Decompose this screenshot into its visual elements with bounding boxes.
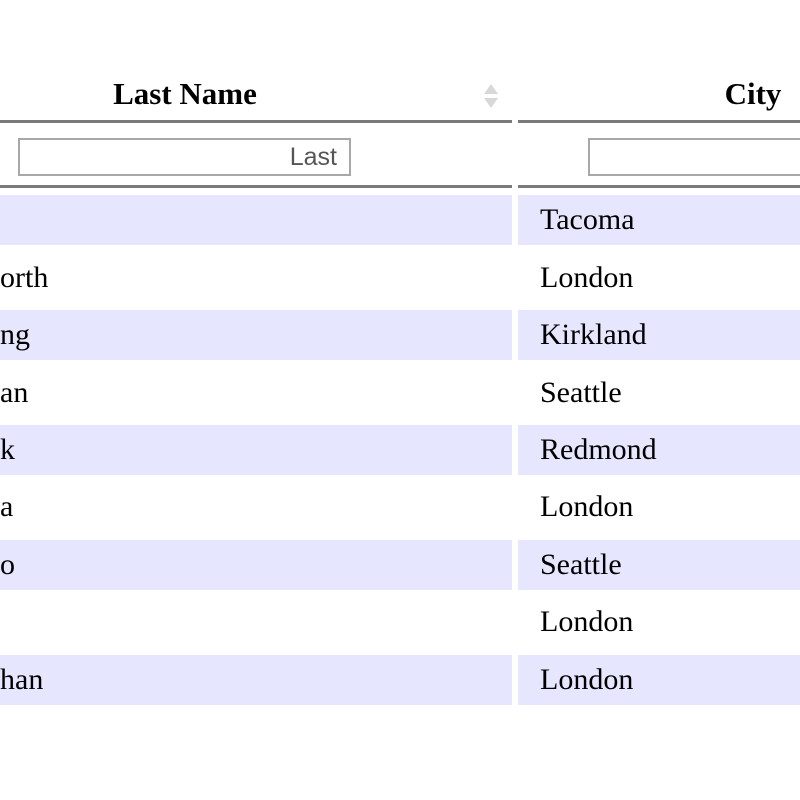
table-row[interactable]: ng Kirkland xyxy=(0,310,800,360)
table-row[interactable]: Tacoma xyxy=(0,195,800,245)
cell-city: Redmond xyxy=(518,425,800,475)
data-grid: Last Name City Tacoma orth London ng Kir… xyxy=(0,0,800,800)
cell-city: London xyxy=(518,655,800,705)
cell-last-name: ng xyxy=(0,310,512,360)
city-filter-input[interactable] xyxy=(588,138,800,176)
table-row[interactable]: han London xyxy=(0,655,800,705)
sort-both-icon[interactable] xyxy=(482,82,500,110)
table-row[interactable]: an Seattle xyxy=(0,368,800,418)
filter-divider xyxy=(0,185,800,188)
header-divider xyxy=(0,120,800,123)
cell-city: Tacoma xyxy=(518,195,800,245)
cell-city: London xyxy=(518,482,800,532)
cell-last-name: orth xyxy=(0,253,512,303)
cell-last-name: a xyxy=(0,482,512,532)
cell-city: Kirkland xyxy=(518,310,800,360)
cell-city: Seattle xyxy=(518,540,800,590)
table-row[interactable]: a London xyxy=(0,482,800,532)
cell-last-name: an xyxy=(0,368,512,418)
last-name-filter-input[interactable] xyxy=(18,138,351,176)
cell-last-name xyxy=(0,195,512,245)
column-header-label: Last Name xyxy=(113,76,257,111)
column-header-label: City xyxy=(724,76,782,111)
cell-last-name: k xyxy=(0,425,512,475)
column-header-last-name[interactable]: Last Name xyxy=(0,68,512,120)
cell-city: London xyxy=(518,253,800,303)
cell-last-name xyxy=(0,597,512,647)
table-row[interactable]: orth London xyxy=(0,253,800,303)
cell-last-name: o xyxy=(0,540,512,590)
cell-last-name: han xyxy=(0,655,512,705)
cell-city: London xyxy=(518,597,800,647)
column-header-city[interactable]: City xyxy=(518,68,800,120)
table-row[interactable]: London xyxy=(0,597,800,647)
cell-city: Seattle xyxy=(518,368,800,418)
table-row[interactable]: o Seattle xyxy=(0,540,800,590)
table-row[interactable]: k Redmond xyxy=(0,425,800,475)
